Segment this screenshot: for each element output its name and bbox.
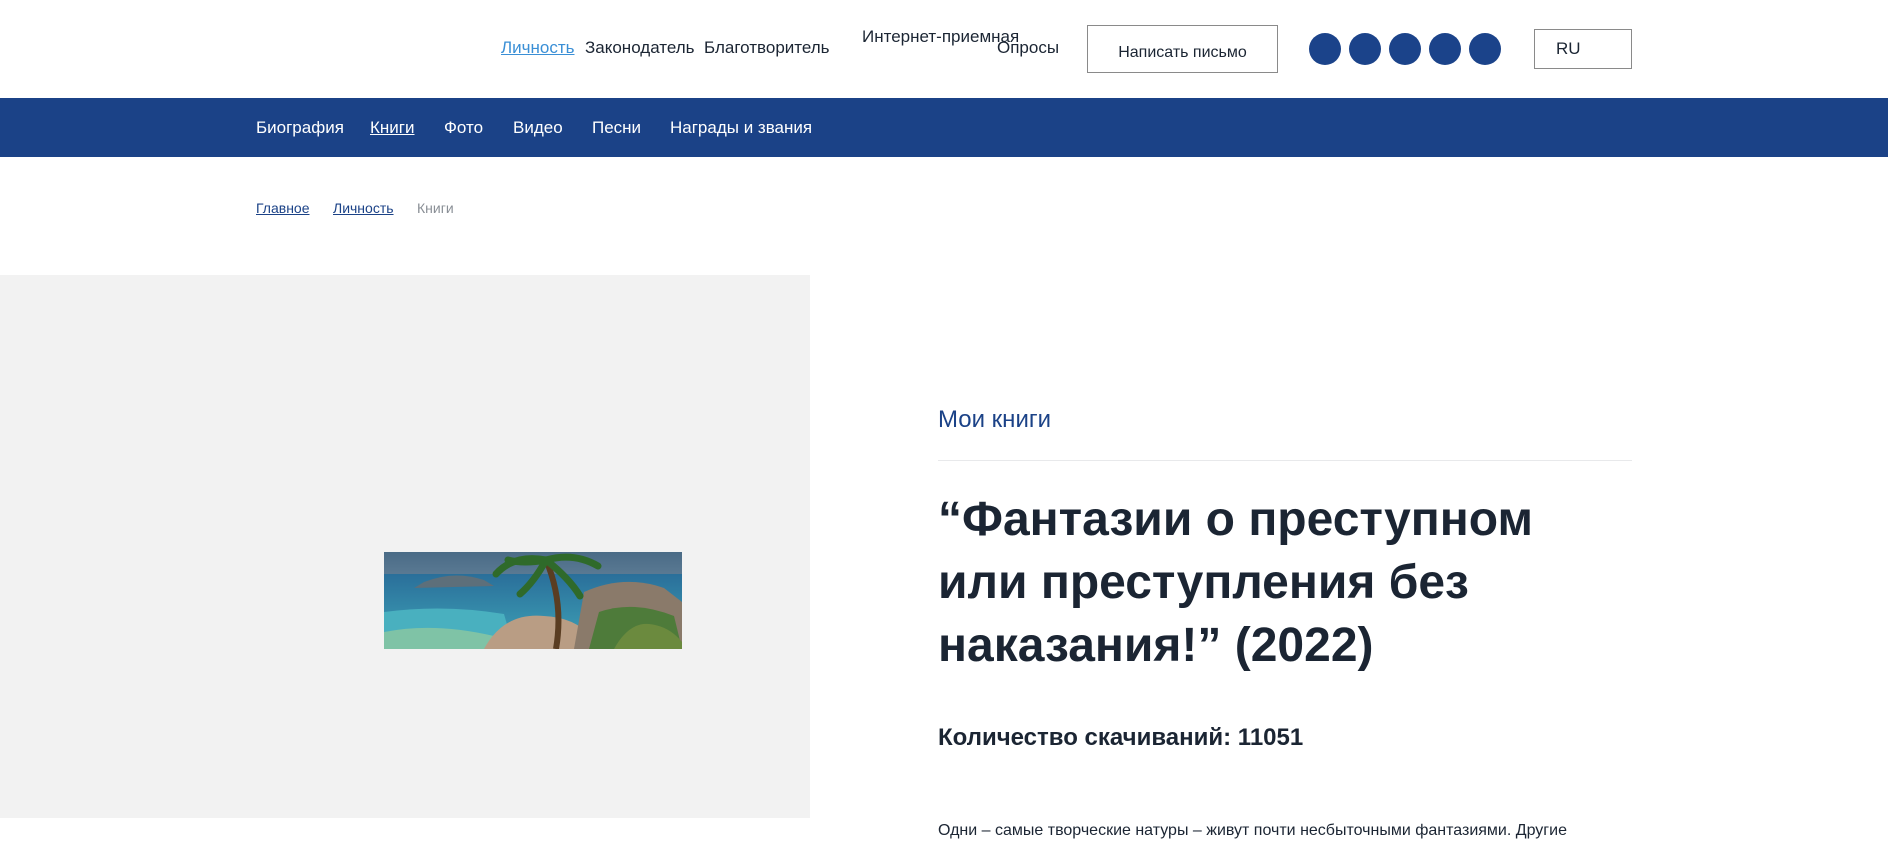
breadcrumb-lichnost[interactable]: Личность	[333, 199, 394, 217]
book-image-panel	[0, 275, 810, 818]
breadcrumb-glavnoe[interactable]: Главное	[256, 199, 310, 217]
breadcrumb-current: Книги	[417, 200, 454, 216]
nav-video[interactable]: Видео	[513, 118, 563, 138]
book-description: Одни – самые творческие натуры – живут п…	[938, 822, 1567, 839]
top-nav-internet-priemnaya[interactable]: Интернет-приемная	[862, 24, 1019, 50]
write-letter-button[interactable]: Написать письмо	[1087, 25, 1278, 73]
nav-knigi[interactable]: Книги	[370, 118, 414, 138]
social-links	[1309, 33, 1501, 65]
nav-nagrady[interactable]: Награды и звания	[670, 118, 812, 138]
top-nav-blagotvoritel[interactable]: Благотворитель	[704, 38, 830, 58]
main-nav: Биография Книги Фото Видео Песни Награды…	[0, 98, 1888, 157]
download-count: Количество скачиваний: 11051	[938, 724, 1304, 751]
top-header: Личность Законодатель Благотворитель Инт…	[0, 0, 1888, 98]
social-icon-2[interactable]	[1349, 33, 1381, 65]
divider	[938, 460, 1632, 461]
social-icon-5[interactable]	[1469, 33, 1501, 65]
nav-pesni[interactable]: Песни	[592, 118, 641, 138]
social-icon-3[interactable]	[1389, 33, 1421, 65]
nav-foto[interactable]: Фото	[444, 118, 483, 138]
social-icon-4[interactable]	[1429, 33, 1461, 65]
section-label: Мои книги	[938, 406, 1052, 433]
book-cover-image	[384, 552, 682, 649]
language-selector[interactable]: RU	[1534, 29, 1632, 69]
social-icon-1[interactable]	[1309, 33, 1341, 65]
top-nav-zakonodatel[interactable]: Законодатель	[585, 38, 695, 58]
nav-biografiya[interactable]: Биография	[256, 118, 344, 138]
top-nav-lichnost[interactable]: Личность	[501, 38, 575, 58]
top-nav-oprosy[interactable]: Опросы	[997, 38, 1059, 58]
book-title: “Фантазии о преступном или преступления …	[938, 493, 1533, 672]
